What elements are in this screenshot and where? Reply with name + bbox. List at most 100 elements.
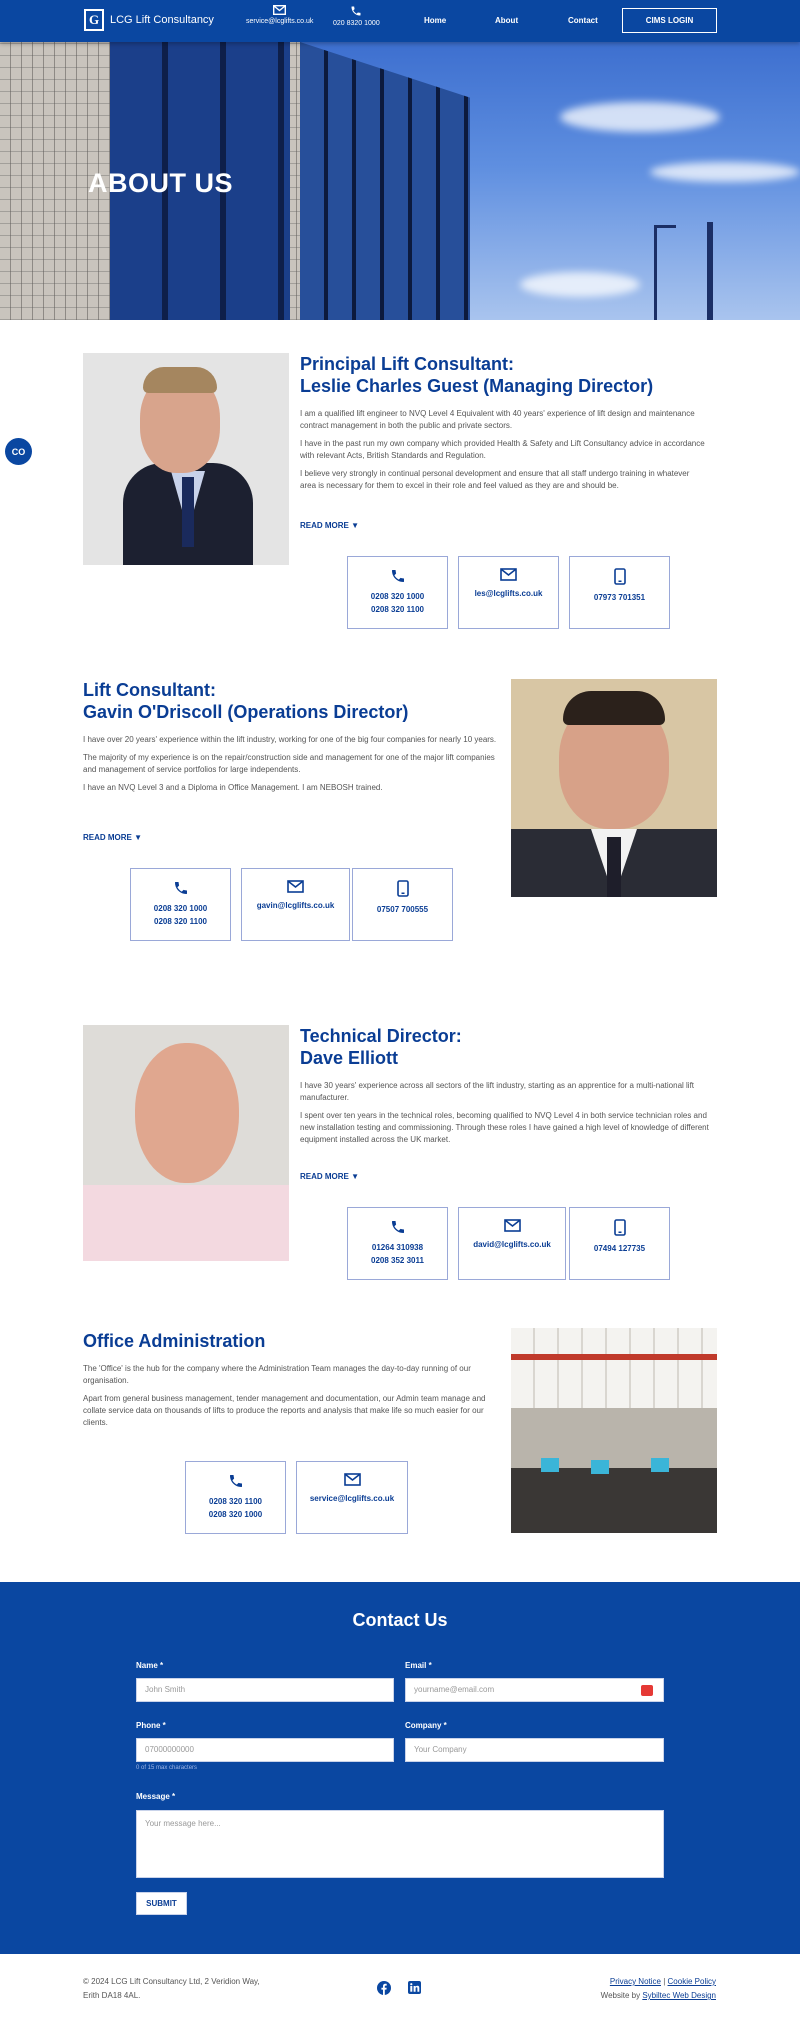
office-photo bbox=[511, 1328, 717, 1533]
header-email-text: service@lcglifts.co.uk bbox=[246, 18, 314, 25]
header-email[interactable]: service@lcglifts.co.uk bbox=[246, 5, 313, 25]
phone-icon bbox=[351, 6, 361, 16]
name-placeholder: John Smith bbox=[145, 1685, 186, 1694]
email-card[interactable]: gavin@lcglifts.co.uk bbox=[241, 868, 350, 941]
site-footer: © 2024 LCG Lift Consultancy Ltd, 2 Verid… bbox=[0, 1954, 800, 2024]
mobile-number: 07973 701351 bbox=[593, 593, 646, 602]
submit-button[interactable]: SUBMIT bbox=[136, 1892, 187, 1915]
lamp-post bbox=[707, 222, 713, 320]
footer-address-line: Erith DA18 4AL. bbox=[83, 1991, 141, 2000]
read-more-label: READ MORE bbox=[300, 521, 349, 530]
name-label: Name * bbox=[136, 1661, 164, 1670]
nav-about[interactable]: About bbox=[495, 16, 518, 25]
side-badge[interactable]: CO bbox=[5, 438, 32, 465]
person-role-gavin: Lift Consultant: bbox=[83, 680, 216, 700]
linkedin-icon[interactable] bbox=[408, 1981, 421, 1996]
email-card[interactable]: les@lcglifts.co.uk bbox=[458, 556, 559, 629]
phone-icon bbox=[391, 1221, 404, 1233]
email-label: Email * bbox=[405, 1661, 432, 1670]
footer-copyright: © 2024 LCG Lift Consultancy Ltd, 2 Verid… bbox=[83, 1977, 260, 1986]
mobile-icon bbox=[396, 880, 409, 897]
nav-contact[interactable]: Contact bbox=[568, 16, 598, 25]
caret-down-icon: ▼ bbox=[134, 833, 143, 842]
cloud bbox=[650, 162, 800, 182]
site-header: G LCG Lift Consultancy service@lcglifts.… bbox=[0, 0, 800, 42]
phone-card[interactable]: 0208 320 1100 0208 320 1000 bbox=[185, 1461, 286, 1534]
company-placeholder: Your Company bbox=[414, 1745, 467, 1754]
logo[interactable]: G LCG Lift Consultancy bbox=[84, 9, 214, 31]
phone-card[interactable]: 01264 310938 0208 352 3011 bbox=[347, 1207, 448, 1280]
phone-number: 0208 320 1000 bbox=[153, 904, 208, 913]
bio-paragraph: I have an NVQ Level 3 and a Diploma in O… bbox=[83, 783, 383, 792]
email-input[interactable]: yourname@email.com bbox=[405, 1678, 664, 1702]
mobile-icon bbox=[613, 568, 626, 585]
person-role-dave: Technical Director: bbox=[300, 1026, 462, 1046]
company-input[interactable]: Your Company bbox=[405, 1738, 664, 1762]
bio-paragraph: I have over 20 years' experience within … bbox=[83, 735, 497, 744]
mobile-card[interactable]: 07494 127735 bbox=[569, 1207, 670, 1280]
office-title: Office Administration bbox=[83, 1331, 266, 1351]
envelope-icon bbox=[273, 5, 287, 15]
nav-home[interactable]: Home bbox=[424, 16, 446, 25]
mobile-number: 07507 700555 bbox=[376, 905, 429, 914]
contact-title: Contact Us bbox=[352, 1610, 448, 1630]
name-input[interactable]: John Smith bbox=[136, 1678, 394, 1702]
read-more-label: READ MORE bbox=[300, 1172, 349, 1181]
logo-text: LCG Lift Consultancy bbox=[110, 14, 214, 26]
message-label: Message * bbox=[136, 1792, 176, 1801]
cookie-policy-link[interactable]: Cookie Policy bbox=[668, 1977, 716, 1986]
lamp-post bbox=[654, 225, 676, 228]
phone-number: 0208 320 1100 bbox=[154, 917, 207, 926]
privacy-notice-link[interactable]: Privacy Notice bbox=[610, 1977, 661, 1986]
contact-section: Contact Us Name * John Smith Email * you… bbox=[0, 1582, 800, 1954]
office-paragraph: The 'Office' is the hub for the company … bbox=[83, 1364, 471, 1385]
page-title: ABOUT US bbox=[88, 168, 233, 198]
read-more-button[interactable]: READ MORE ▼ bbox=[300, 1172, 359, 1181]
facebook-icon[interactable] bbox=[377, 1981, 391, 1997]
office-description: The 'Office' is the hub for the company … bbox=[83, 1363, 498, 1435]
envelope-icon bbox=[500, 568, 517, 581]
mobile-card[interactable]: 07973 701351 bbox=[569, 556, 670, 629]
read-more-button[interactable]: READ MORE ▼ bbox=[83, 833, 142, 842]
person-photo-dave bbox=[83, 1025, 289, 1261]
message-textarea[interactable]: Your message here... bbox=[136, 1810, 664, 1878]
cloud bbox=[560, 102, 720, 132]
bio-paragraph: I have 30 years' experience across all s… bbox=[300, 1081, 695, 1102]
phone-card[interactable]: 0208 320 1000 0208 320 1100 bbox=[130, 868, 231, 941]
person-bio-leslie: I am a qualified lift engineer to NVQ Le… bbox=[300, 408, 705, 498]
message-placeholder: Your message here... bbox=[145, 1819, 221, 1828]
envelope-icon bbox=[503, 1219, 521, 1232]
email-card[interactable]: david@lcglifts.co.uk bbox=[458, 1207, 566, 1280]
header-phone[interactable]: 020 8320 1000 bbox=[333, 5, 380, 27]
phone-number: 0208 320 1000 bbox=[208, 1510, 263, 1519]
mobile-card[interactable]: 07507 700555 bbox=[352, 868, 453, 941]
bio-paragraph: The majority of my experience is on the … bbox=[83, 753, 495, 774]
phone-icon bbox=[391, 570, 404, 582]
cims-login-button[interactable]: CIMS LOGIN bbox=[622, 8, 717, 33]
email-card[interactable]: service@lcglifts.co.uk bbox=[296, 1461, 408, 1534]
phone-input[interactable]: 07000000000 bbox=[136, 1738, 394, 1762]
phone-number: 0208 320 1100 bbox=[209, 1497, 262, 1506]
email-placeholder: yourname@email.com bbox=[414, 1685, 495, 1694]
phone-number: 0208 320 1100 bbox=[371, 605, 424, 614]
phone-number: 01264 310938 bbox=[371, 1243, 424, 1252]
designer-link[interactable]: Sybiltec Web Design bbox=[642, 1991, 716, 2000]
hero-banner: ABOUT US bbox=[0, 42, 800, 320]
bio-paragraph: I believe very strongly in continual per… bbox=[300, 469, 690, 490]
envelope-icon bbox=[343, 1473, 361, 1486]
person-photo-gavin bbox=[511, 679, 717, 897]
read-more-button[interactable]: READ MORE ▼ bbox=[300, 521, 359, 530]
phone-icon bbox=[174, 882, 187, 894]
caret-down-icon: ▼ bbox=[351, 521, 360, 530]
person-name-leslie: Leslie Charles Guest (Managing Director) bbox=[300, 376, 654, 396]
mobile-icon bbox=[613, 1219, 626, 1236]
logo-mark-icon: G bbox=[84, 9, 104, 31]
person-bio-gavin: I have over 20 years' experience within … bbox=[83, 734, 503, 800]
caret-down-icon: ▼ bbox=[351, 1172, 360, 1181]
phone-number: 0208 352 3011 bbox=[371, 1256, 424, 1265]
autofill-icon[interactable] bbox=[641, 1685, 653, 1696]
cloud bbox=[520, 272, 640, 297]
header-phone-text: 020 8320 1000 bbox=[333, 20, 380, 27]
email-address: service@lcglifts.co.uk bbox=[309, 1494, 395, 1503]
phone-card[interactable]: 0208 320 1000 0208 320 1100 bbox=[347, 556, 448, 629]
